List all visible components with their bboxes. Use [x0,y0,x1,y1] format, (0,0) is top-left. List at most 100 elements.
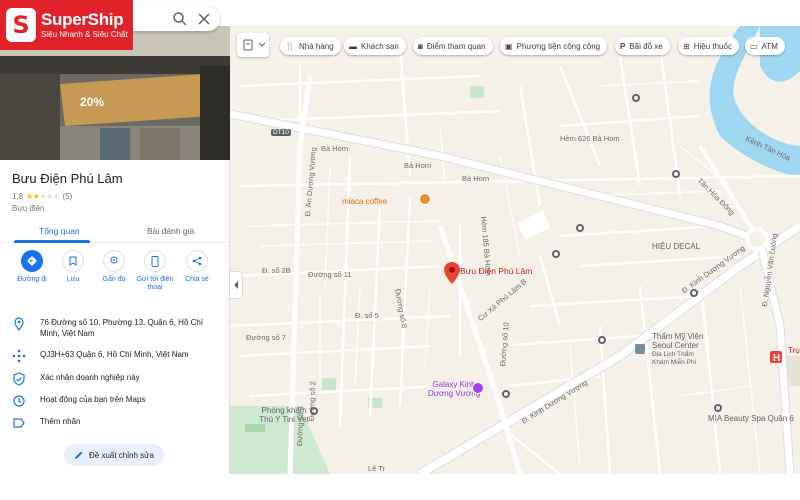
share-button[interactable]: Chia sẻ [177,250,217,284]
activity-text: Hoạt động của bạn trên Maps [40,395,146,404]
plus-code-icon [12,349,26,363]
place-panel: 20% Bưu Điện Phú Lâm 1,8 ★★★★★ (5) Bưu đ… [0,26,230,474]
chip-label: Phương tiện công cộng [516,41,601,51]
maps-activity-row[interactable]: Hoạt động của bạn trên Maps [12,394,222,408]
review-count[interactable]: (5) [62,192,72,201]
directions-icon [21,250,43,272]
nearby-icon [103,250,125,272]
svg-text:H: H [773,353,780,364]
camera-icon: ◙ [418,41,423,51]
suggest-edit-label: Đề xuất chỉnh sửa [89,450,154,460]
plus-code-text: QJ3H+63 Quận 6, Hồ Chí Minh, Việt Nam [40,350,189,359]
map-road-label: Đường số 7 [246,333,286,342]
chip-parking[interactable]: P Bãi đỗ xe [615,37,670,55]
layers-icon [243,39,266,51]
rating-stars-icon: ★★★★★ [26,192,60,201]
send-to-phone-button[interactable]: Gửi tới điện thoại [135,250,175,292]
bookmark-icon [62,250,84,272]
rating-value: 1,8 [12,192,24,201]
collapse-panel-button[interactable] [230,271,243,299]
brand-name: SuperShip [41,9,124,29]
cinema-icon[interactable] [472,382,484,394]
bottom-strip [0,474,800,500]
decal-label[interactable]: HIỆU DECAL [652,242,700,251]
chip-label: Hiệu thuốc [693,41,732,51]
action-label: Lưu [66,276,80,283]
chip-hotel[interactable]: ▬ Khách sạn [344,37,406,55]
chip-transit[interactable]: ▣ Phương tiện công cộng [500,37,608,55]
add-label-row[interactable]: Thêm nhãn [12,416,222,430]
action-label: Gần đó [102,276,126,283]
layers-button[interactable] [237,33,269,57]
claim-business-row[interactable]: Xác nhận doanh nghiệp này [12,372,222,386]
logo-mark: S [6,8,36,42]
cafe-icon[interactable] [419,193,431,205]
map-road-label: Hẻm 626 Bà Hom [560,134,620,143]
suggest-edit-button[interactable]: Đề xuất chỉnh sửa [64,444,164,466]
hotel-icon: ▬ [349,41,357,51]
atm-icon: ▭ [750,41,758,51]
active-tab-indicator [14,240,90,243]
map-road-label: Đ. số 5 [355,311,379,320]
add-label-text: Thêm nhãn [40,417,81,426]
directions-button[interactable]: Đường đi [12,250,52,284]
nearby-button[interactable]: Gần đó [94,250,134,284]
share-icon [186,250,208,272]
vet-label[interactable]: Phòng khám Thú Y Tini Vet [258,406,310,424]
map-road-label: Lê Tr [368,464,386,473]
pin-label[interactable]: Bưu Điện Phú Lâm [460,266,532,276]
restaurant-icon: 🍴 [285,41,295,51]
chip-label: Điểm tham quan [426,41,486,51]
brand-slogan: Siêu Nhanh & Siêu Chất [41,29,128,39]
location-icon [14,317,24,331]
chip-pharmacy[interactable]: ⊞ Hiệu thuốc [678,37,739,55]
map-road-label: Đường số 11 [308,270,352,279]
clinic-label[interactable]: Thẩm Mỹ Viện Seoul Center [652,332,722,350]
send-to-phone-icon [144,250,166,272]
place-title: Bưu Điện Phú Lâm [12,171,123,186]
chip-restaurant[interactable]: 🍴 Nhà hàng [280,37,341,55]
location-pin-icon[interactable] [444,262,460,284]
map-road-label: Đ. số 2B [262,266,291,275]
map-road-label: Bà Hom [404,161,432,170]
action-buttons: Đường đi Lưu Gần đó Gửi tới điện thoại C… [0,250,230,300]
chip-label: Bãi đỗ xe [629,41,663,51]
action-label: Chia sẻ [185,276,209,283]
parking-icon: P [620,41,626,51]
label-icon [13,418,25,428]
claim-text: Xác nhận doanh nghiệp này [40,373,140,382]
chip-atm[interactable]: ▭ ATM [745,37,785,55]
action-label: Đường đi [17,276,47,283]
chip-attractions[interactable]: ◙ Điểm tham quan [413,37,493,55]
address-row[interactable]: 76 Đường số 10, Phường 13, Quận 6, Hồ Ch… [12,317,222,339]
clinic-sublabel: Địa Lịch Thẩm Khám Miễn Phí [652,351,697,366]
history-icon [13,395,25,407]
chip-label: Nhà hàng [298,41,334,51]
place-category[interactable]: Bưu điện [12,204,45,213]
rating-row[interactable]: 1,8 ★★★★★ (5) [12,192,72,201]
hospital-label[interactable]: Trụ [788,346,800,355]
spa-label[interactable]: MIA Beauty Spa Quận 6 [708,414,794,423]
tab-reviews[interactable]: Bài đánh giá [147,226,194,236]
shield-icon [13,372,25,386]
chip-label: Khách sạn [361,41,399,51]
transit-icon: ▣ [505,41,513,51]
cafe-label[interactable]: miaca coffee [342,197,387,206]
plus-code-row[interactable]: QJ3H+63 Quận 6, Hồ Chí Minh, Việt Nam [12,349,222,363]
place-tabs: Tổng quan Bài đánh giá [0,219,230,243]
banner-text: 20% [80,95,104,109]
app-root: H Bà Hom Bà Hom Bà Hom DT10 Đường số 11 … [0,0,800,500]
close-icon[interactable] [196,11,212,27]
pharmacy-icon: ⊞ [683,41,690,51]
chevron-left-icon [234,281,238,289]
map-road-label: Bà Hom [321,144,349,153]
tab-overview[interactable]: Tổng quan [39,226,80,236]
address-text: 76 Đường số 10, Phường 13, Quận 6, Hồ Ch… [40,318,204,338]
save-button[interactable]: Lưu [53,250,93,284]
highway-shield: DT10 [271,129,291,136]
brand-logo: S SuperShip Siêu Nhanh & Siêu Chất [0,0,133,50]
chip-label: ATM [761,41,778,51]
search-icon[interactable] [172,11,188,27]
pencil-icon [75,451,83,459]
action-label: Gửi tới điện thoại [136,276,174,291]
